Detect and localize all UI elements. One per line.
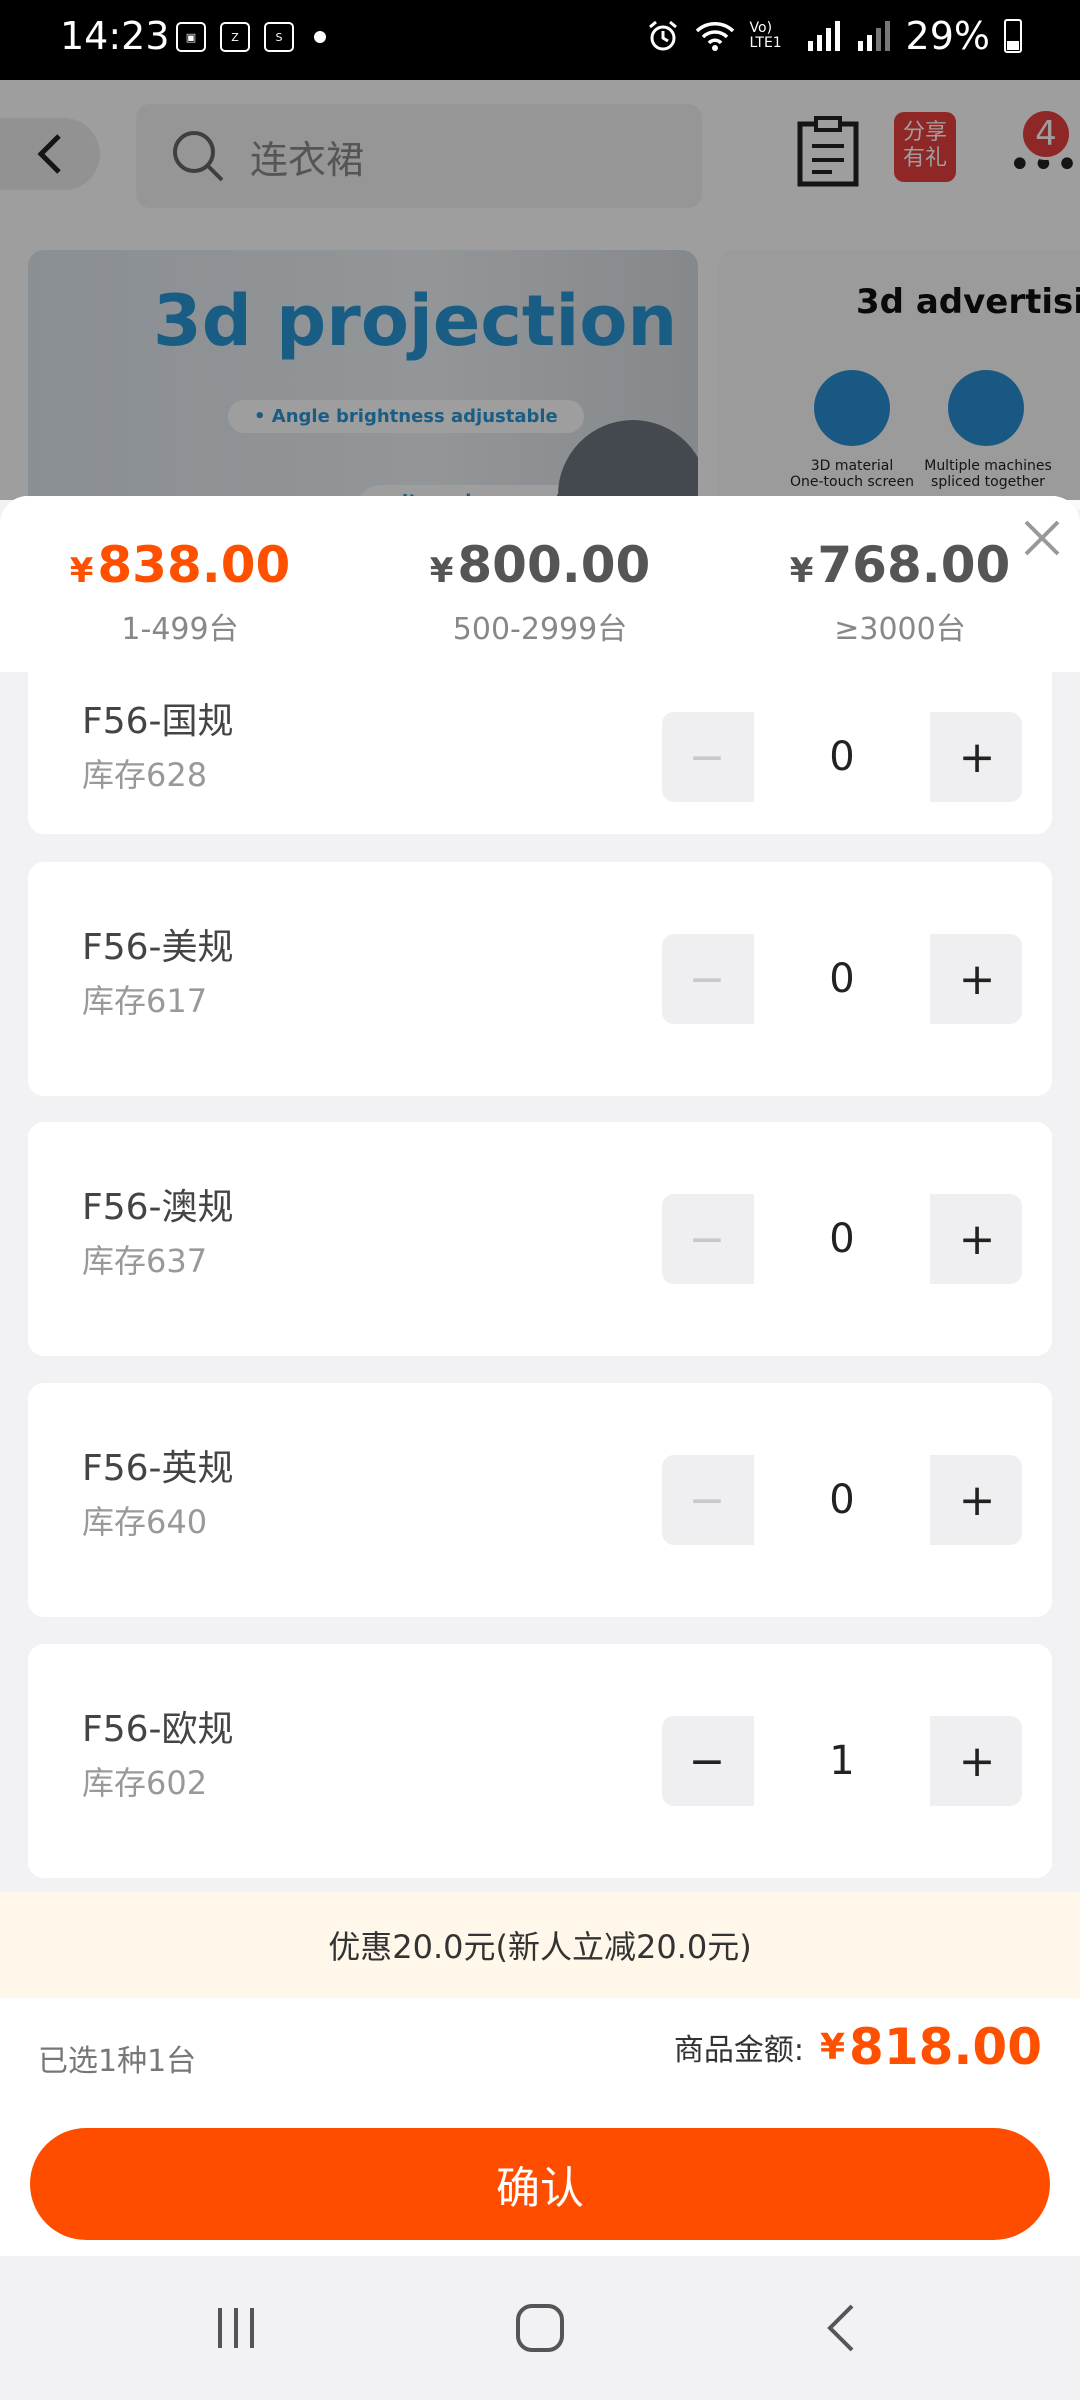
quantity-stepper: − 0 + (662, 712, 1022, 802)
alarm-icon (648, 20, 677, 51)
quantity-value[interactable]: 0 (754, 712, 930, 802)
quantity-stepper: − 0 + (662, 1455, 1022, 1545)
increase-button[interactable]: + (932, 934, 1022, 1024)
sku-item: F56-澳规 库存637 − 0 + (28, 1122, 1052, 1356)
price-tier: ¥838.00 1-499台 (30, 536, 330, 648)
battery-icon (1004, 19, 1022, 53)
quantity-stepper: − 0 + (662, 934, 1022, 1024)
increase-button[interactable]: + (932, 712, 1022, 802)
decrease-button[interactable]: − (662, 934, 752, 1024)
sku-name: F56-英规 (82, 1448, 234, 1489)
back-nav-button[interactable] (800, 2298, 880, 2358)
quantity-stepper: − 1 + (662, 1716, 1022, 1806)
sku-stock: 库存640 (82, 1503, 208, 1541)
decrease-button[interactable]: − (662, 712, 752, 802)
decrease-button[interactable]: − (662, 1455, 752, 1545)
signal-icon-2 (857, 21, 890, 51)
tier-range: 1-499台 (121, 612, 239, 647)
battery-percent: 29% (905, 14, 990, 58)
price-tier: ¥800.00 500-2999台 (390, 536, 690, 648)
amount-currency: ¥ (819, 2026, 846, 2068)
sku-name: F56-美规 (82, 927, 234, 968)
quantity-stepper: − 0 + (662, 1194, 1022, 1284)
quantity-value[interactable]: 1 (754, 1716, 930, 1806)
price-tiers: ¥838.00 1-499台 ¥800.00 500-2999台 ¥768.00… (0, 496, 1080, 672)
increase-button[interactable]: + (932, 1194, 1022, 1284)
tier-range: 500-2999台 (452, 612, 628, 647)
quantity-value[interactable]: 0 (754, 1194, 930, 1284)
sku-name: F56-国规 (82, 701, 234, 742)
amount-value: 818.00 (849, 2018, 1042, 2076)
sku-item: F56-英规 库存640 − 0 + (28, 1383, 1052, 1617)
sku-name: F56-欧规 (82, 1709, 234, 1750)
sku-item: F56-国规 库存628 − 0 + (28, 672, 1052, 834)
status-bar: 14:23 ▣ Z S Vo) LTE1 29% (0, 0, 1080, 80)
sku-item: F56-欧规 库存602 − 1 + (28, 1644, 1052, 1878)
tier-range: ≥3000台 (834, 612, 966, 647)
sku-list[interactable]: F56-国规 库存628 − 0 + F56-美规 库存617 − 0 + F5… (0, 672, 1080, 1892)
home-button[interactable] (500, 2298, 580, 2358)
total-amount: 商品金额: ¥ 818.00 (674, 2018, 1042, 2076)
quantity-value[interactable]: 0 (754, 934, 930, 1024)
shopee-icon: S (264, 22, 294, 52)
sku-bottom-sheet: ¥838.00 1-499台 ¥800.00 500-2999台 ¥768.00… (0, 496, 1080, 2256)
more-notifications-dot (314, 31, 326, 43)
quantity-value[interactable]: 0 (754, 1455, 930, 1545)
sku-stock: 库存637 (82, 1242, 208, 1280)
dim-overlay[interactable] (0, 80, 1080, 500)
wifi-icon (695, 22, 734, 51)
sku-stock: 库存617 (82, 982, 208, 1020)
increase-button[interactable]: + (932, 1455, 1022, 1545)
confirm-button[interactable]: 确认 (30, 2128, 1050, 2240)
zalo-icon: Z (220, 22, 250, 52)
price-tier: ¥768.00 ≥3000台 (750, 536, 1050, 648)
decrease-button[interactable]: − (662, 1716, 752, 1806)
signal-icon (807, 21, 840, 51)
system-nav-bar (0, 2256, 1080, 2400)
promo-banner: 优惠20.0元(新人立减20.0元) (0, 1892, 1080, 1998)
status-time: 14:23 (60, 14, 170, 58)
increase-button[interactable]: + (932, 1716, 1022, 1806)
close-icon[interactable] (1018, 514, 1066, 562)
home-icon (516, 2304, 564, 2352)
amount-label: 商品金额: (673, 2033, 804, 2068)
volte-label: Vo) LTE1 (749, 20, 782, 51)
order-summary: 已选1种1台 商品金额: ¥ 818.00 确认 (0, 1998, 1080, 2256)
recents-icon (218, 2308, 254, 2348)
status-right: Vo) LTE1 29% (646, 14, 1022, 58)
sku-name: F56-澳规 (82, 1187, 234, 1228)
recents-button[interactable] (196, 2298, 276, 2358)
sku-item: F56-美规 库存617 − 0 + (28, 862, 1052, 1096)
back-icon (827, 2304, 854, 2352)
decrease-button[interactable]: − (662, 1194, 752, 1284)
gallery-icon: ▣ (176, 22, 206, 52)
notification-icons: ▣ Z S (176, 22, 326, 52)
selected-count: 已选1种1台 (38, 2044, 197, 2079)
sku-stock: 库存628 (82, 756, 208, 794)
sku-stock: 库存602 (82, 1764, 208, 1802)
